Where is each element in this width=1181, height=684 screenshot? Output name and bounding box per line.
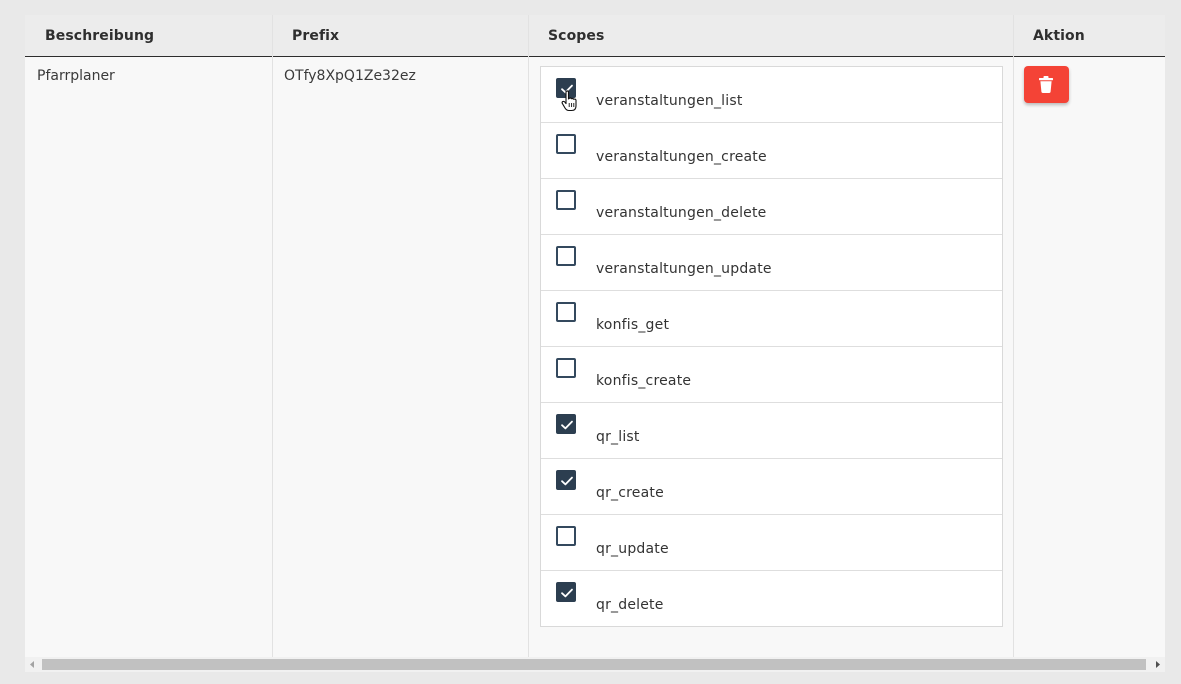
header-action: Aktion	[1033, 28, 1085, 44]
scope-item[interactable]: qr_delete	[541, 571, 1002, 627]
scope-label: qr_delete	[596, 597, 664, 613]
scope-checkbox[interactable]	[556, 582, 576, 602]
scope-item[interactable]: veranstaltungen_create	[541, 123, 1002, 179]
scope-checkbox[interactable]	[556, 526, 576, 546]
scroll-left-arrow-icon[interactable]	[25, 657, 40, 672]
scope-item[interactable]: veranstaltungen_delete	[541, 179, 1002, 235]
checkmark-icon	[561, 84, 573, 94]
scope-item[interactable]: konfis_create	[541, 347, 1002, 403]
scope-checkbox[interactable]	[556, 470, 576, 490]
scope-item[interactable]: qr_list	[541, 403, 1002, 459]
horizontal-scrollbar[interactable]	[25, 657, 1165, 672]
scope-checkbox[interactable]	[556, 246, 576, 266]
column-divider	[1013, 15, 1014, 657]
scope-label: qr_create	[596, 485, 664, 501]
checkmark-icon	[561, 476, 573, 486]
scope-label: veranstaltungen_create	[596, 149, 767, 165]
scope-label: konfis_create	[596, 373, 692, 389]
row-prefix: OTfy8XpQ1Ze32ez	[284, 68, 416, 84]
scope-label: konfis_get	[596, 317, 670, 333]
delete-button[interactable]	[1024, 66, 1069, 103]
api-keys-table: Beschreibung Prefix Scopes Aktion Pfarrp…	[25, 15, 1165, 657]
scope-label: veranstaltungen_update	[596, 261, 772, 277]
scope-checkbox[interactable]	[556, 190, 576, 210]
scope-checkbox[interactable]	[556, 134, 576, 154]
checkmark-icon	[561, 420, 573, 430]
checkmark-icon	[561, 588, 573, 598]
scope-item[interactable]: qr_update	[541, 515, 1002, 571]
header-description: Beschreibung	[45, 28, 155, 44]
scope-item[interactable]: qr_create	[541, 459, 1002, 515]
scope-checkbox[interactable]	[556, 358, 576, 378]
scroll-right-arrow-icon[interactable]	[1150, 657, 1165, 672]
scopes-list: veranstaltungen_list veranstaltungen_crea…	[540, 66, 1003, 627]
table-header: Beschreibung Prefix Scopes Aktion	[25, 15, 1165, 57]
scope-checkbox[interactable]	[556, 302, 576, 322]
scope-label: qr_update	[596, 541, 669, 557]
column-divider	[528, 15, 529, 657]
scope-label: veranstaltungen_delete	[596, 205, 767, 221]
row-description: Pfarrplaner	[37, 68, 115, 84]
scope-label: qr_list	[596, 429, 640, 445]
scope-checkbox[interactable]	[556, 78, 576, 98]
scope-item[interactable]: konfis_get	[541, 291, 1002, 347]
scope-checkbox[interactable]	[556, 414, 576, 434]
trash-icon	[1039, 76, 1053, 93]
scope-label: veranstaltungen_list	[596, 93, 743, 109]
scope-item[interactable]: veranstaltungen_list	[541, 67, 1002, 123]
header-scopes: Scopes	[548, 28, 605, 44]
column-divider	[272, 15, 273, 657]
scrollbar-thumb[interactable]	[42, 659, 1146, 670]
scope-item[interactable]: veranstaltungen_update	[541, 235, 1002, 291]
header-prefix: Prefix	[292, 28, 340, 44]
